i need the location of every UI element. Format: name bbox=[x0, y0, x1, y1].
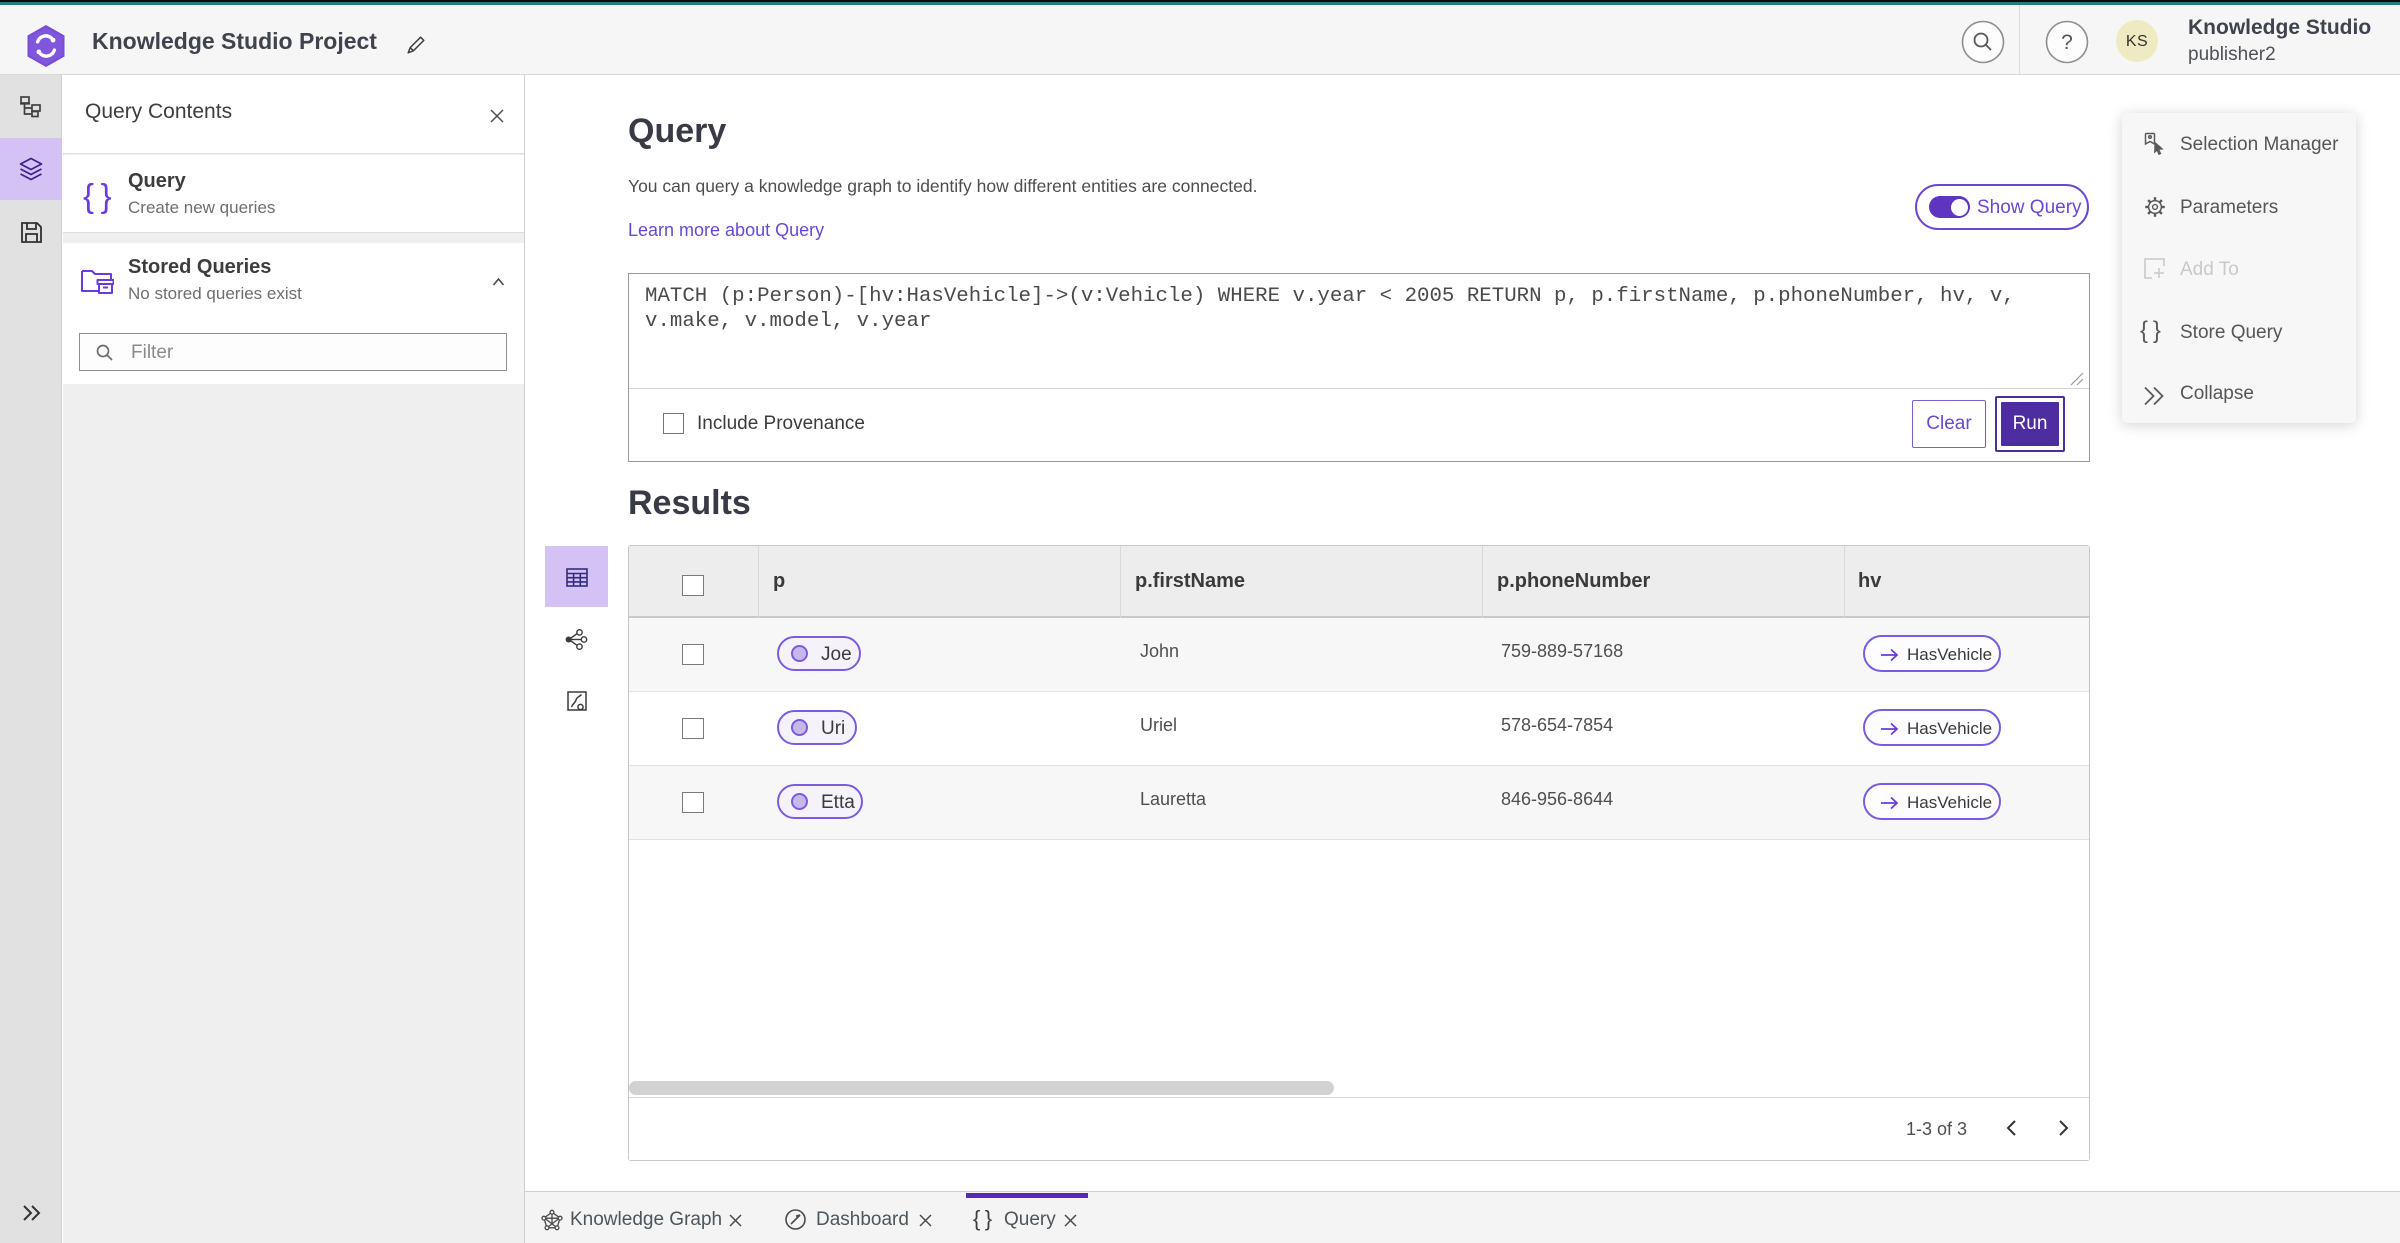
svg-text:?: ? bbox=[2061, 31, 2073, 54]
